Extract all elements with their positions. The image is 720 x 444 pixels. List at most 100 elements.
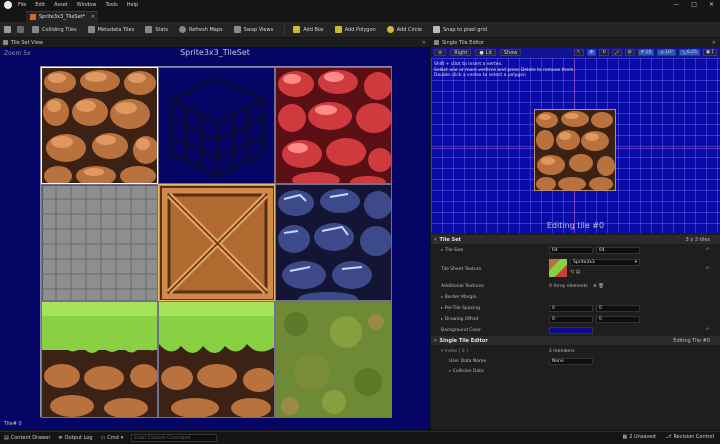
- minimize-button[interactable]: —: [673, 1, 679, 8]
- add-circle-button[interactable]: Add Circle: [386, 26, 422, 33]
- output-log-button[interactable]: ≣ Output Log: [58, 435, 92, 441]
- maximize-button[interactable]: □: [691, 1, 697, 8]
- close-window-button[interactable]: ✕: [709, 1, 714, 8]
- tile-3[interactable]: [41, 184, 158, 301]
- user-data-name-row: User Data Name None: [431, 356, 720, 366]
- tile-7[interactable]: [158, 301, 275, 418]
- offset-x-input[interactable]: 0: [549, 315, 593, 323]
- menu-window[interactable]: Window: [77, 2, 97, 8]
- unsaved-button[interactable]: ▦ 2 Unsaved: [622, 434, 655, 440]
- texture-picker[interactable]: Sprite3x3 ▾: [570, 259, 640, 266]
- cmd-selector[interactable]: ▭ Cmd ▾: [101, 435, 124, 441]
- single-tile-editor-tab[interactable]: Single Tile Editor ✕: [431, 38, 720, 47]
- tile-3-art: [42, 185, 157, 300]
- background-color-swatch[interactable]: [549, 326, 593, 334]
- tile-size-y-input[interactable]: 64: [596, 246, 640, 254]
- tile-size-x-input[interactable]: 64: [549, 246, 593, 254]
- viewport-options-button[interactable]: ≡: [434, 49, 447, 56]
- tile-0[interactable]: [41, 67, 158, 184]
- tile-set-view-tab[interactable]: Tile Set View ✕: [0, 38, 430, 47]
- world-local-button[interactable]: ◍: [624, 49, 635, 56]
- add-polygon-icon: [334, 26, 342, 33]
- add-box-button[interactable]: Add Box: [293, 26, 324, 33]
- user-data-name-input[interactable]: None: [549, 357, 593, 365]
- single-tile-editor-tab-label: Single Tile Editor: [442, 39, 485, 46]
- tile-4[interactable]: [158, 184, 275, 301]
- selected-tile-preview[interactable]: [534, 109, 616, 191]
- collision-data-label: ▸ Collision Data: [449, 369, 484, 374]
- tile-2[interactable]: [275, 67, 392, 184]
- revision-control-button[interactable]: ⎇ Revision Control: [666, 434, 714, 440]
- texture-thumbnail[interactable]: [549, 259, 567, 277]
- single-tile-editor-category[interactable]: ▾ Single Tile Editor Editing Tile #0: [431, 336, 720, 345]
- viewport-toolbar: ≡ Right ● Lit Show ↖ ✥ ↻ ⤢ ◍ #10 ∠ 10° ⤡ 0.…: [431, 47, 720, 58]
- console-command-input[interactable]: Enter Console Command: [131, 434, 218, 442]
- menu-tools[interactable]: Tools: [105, 2, 117, 8]
- save-icon[interactable]: [4, 26, 11, 33]
- lit-button[interactable]: ● Lit: [475, 49, 496, 56]
- border-margin-row[interactable]: ▸ Border Margin: [431, 292, 720, 302]
- spacing-x-input[interactable]: 0: [549, 304, 593, 312]
- menu-edit[interactable]: Edit: [35, 2, 45, 8]
- chevron-down-icon: ▾: [120, 435, 124, 441]
- reset-arrow-icon[interactable]: ↶: [706, 327, 710, 333]
- collision-data-row[interactable]: ▸ Collision Data: [431, 366, 720, 376]
- rotation-snap-value: 10°: [665, 50, 674, 55]
- tileset-asset-icon: [30, 14, 36, 20]
- menu-file[interactable]: File: [18, 2, 26, 8]
- scale-snap-button[interactable]: ⤡ 0.25: [679, 49, 700, 56]
- show-button[interactable]: Show: [499, 49, 522, 56]
- add-polygon-button[interactable]: Add Polygon: [334, 26, 376, 33]
- tile-sheet-texture-label: Tile Sheet Texture: [441, 266, 482, 272]
- tile-8[interactable]: [275, 301, 392, 418]
- rotation-snap-button[interactable]: ∠ 10°: [657, 49, 677, 56]
- tile-1[interactable]: [158, 67, 275, 184]
- tile-sheet-grid[interactable]: [40, 66, 392, 418]
- close-panel-icon[interactable]: ✕: [712, 40, 716, 46]
- rotate-tool-button[interactable]: ↻: [599, 49, 610, 56]
- metadata-tiles-button[interactable]: Metadata Tiles: [87, 26, 134, 33]
- move-icon: ✥: [589, 50, 594, 55]
- border-margin-label: ▸ Border Margin: [441, 295, 477, 300]
- view-mode-button[interactable]: Right: [450, 49, 472, 56]
- menu-help[interactable]: Help: [127, 2, 138, 8]
- select-tool-button[interactable]: ↖: [573, 49, 584, 56]
- colliding-tiles-button[interactable]: Colliding Tiles: [32, 26, 77, 33]
- reset-arrow-icon[interactable]: ↶: [706, 247, 710, 253]
- close-tab-icon[interactable]: ✕: [91, 14, 95, 20]
- spacing-y-input[interactable]: 0: [596, 304, 640, 312]
- browse-icon[interactable]: [17, 26, 24, 33]
- scale-tool-button[interactable]: ⤢: [612, 49, 622, 56]
- drawing-offset-row: ▸ Drawing Offset 0 0: [431, 314, 720, 324]
- per-tile-spacing-label: ▸ Per-Tile Spacing: [441, 306, 480, 311]
- tile-viewport[interactable]: ≡ Right ● Lit Show ↖ ✥ ↻ ⤢ ◍ #10 ∠ 10° ⤡ 0.…: [431, 47, 720, 233]
- viewport-hints: Shift + click to insert a vertex. Select…: [434, 62, 575, 79]
- status-bar: ▤ Content Drawer ≣ Output Log ▭ Cmd ▾ Enter …: [0, 431, 720, 444]
- menu-asset[interactable]: Asset: [54, 2, 68, 8]
- tile-6[interactable]: [41, 301, 158, 418]
- document-tab[interactable]: Sprite3x3_TileSet* ✕: [26, 11, 98, 22]
- browse-asset-icon[interactable]: ⟲ ▤: [570, 269, 581, 275]
- offset-y-input[interactable]: 0: [596, 315, 640, 323]
- tile-set-category[interactable]: ▾ Tile Set 3 x 3 tiles: [431, 235, 720, 244]
- index-value: 2 members: [549, 348, 575, 354]
- menu-bar: File Edit Asset Window Tools Help — □ ✕: [0, 0, 720, 10]
- snap-to-pixel-grid-button[interactable]: Snap to pixel grid: [433, 26, 487, 33]
- content-drawer-label: Content Drawer: [10, 435, 51, 441]
- stats-button[interactable]: Stats: [145, 26, 168, 33]
- content-drawer-button[interactable]: ▤ Content Drawer: [4, 435, 50, 441]
- grid-snap-button[interactable]: #10: [637, 49, 655, 56]
- move-tool-button[interactable]: ✥: [586, 49, 597, 56]
- revision-control-label: Revision Control: [673, 434, 714, 440]
- add-element-icon[interactable]: ⊕ 🗑: [593, 284, 604, 289]
- tile-5[interactable]: [275, 184, 392, 301]
- close-panel-icon[interactable]: ✕: [422, 40, 426, 46]
- selected-tile-art: [535, 110, 615, 191]
- swap-views-button[interactable]: Swap Views: [233, 26, 273, 33]
- refresh-maps-button[interactable]: Refresh Maps: [178, 26, 223, 33]
- reset-arrow-icon[interactable]: ↶: [706, 266, 710, 272]
- camera-icon: ▣: [705, 50, 711, 55]
- snap-to-pixel-grid-label: Snap to pixel grid: [443, 26, 487, 33]
- tile-set-category-label: Tile Set: [439, 236, 461, 243]
- camera-speed-button[interactable]: ▣ 1: [702, 49, 717, 56]
